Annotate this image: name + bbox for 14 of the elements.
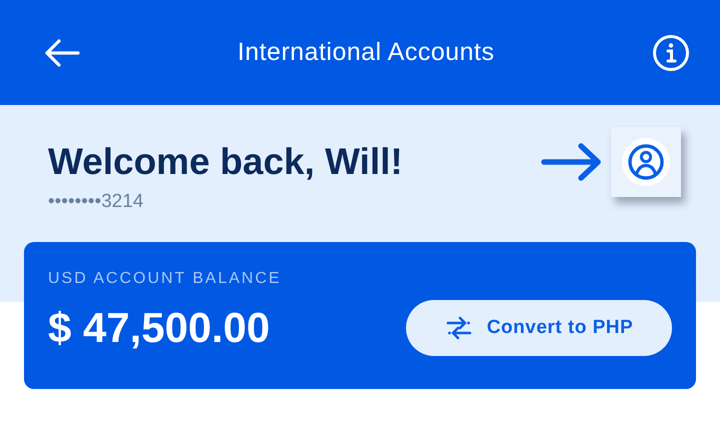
info-button[interactable] <box>652 34 690 72</box>
profile-icon <box>621 137 671 187</box>
swap-icon <box>444 316 473 340</box>
welcome-heading: Welcome back, Will! <box>48 141 403 183</box>
balance-amount: $ 47,500.00 <box>48 304 270 352</box>
account-number: ••••••••3214 <box>48 191 144 213</box>
back-button[interactable] <box>44 38 80 66</box>
info-icon <box>652 34 690 72</box>
balance-label: USD ACCOUNT BALANCE <box>48 270 282 288</box>
back-arrow-icon <box>44 38 80 66</box>
pointer-arrow-icon <box>541 142 603 182</box>
screen-title: International Accounts <box>238 38 494 67</box>
convert-button[interactable]: Convert to PHP <box>406 300 672 356</box>
profile-button[interactable] <box>611 127 681 197</box>
